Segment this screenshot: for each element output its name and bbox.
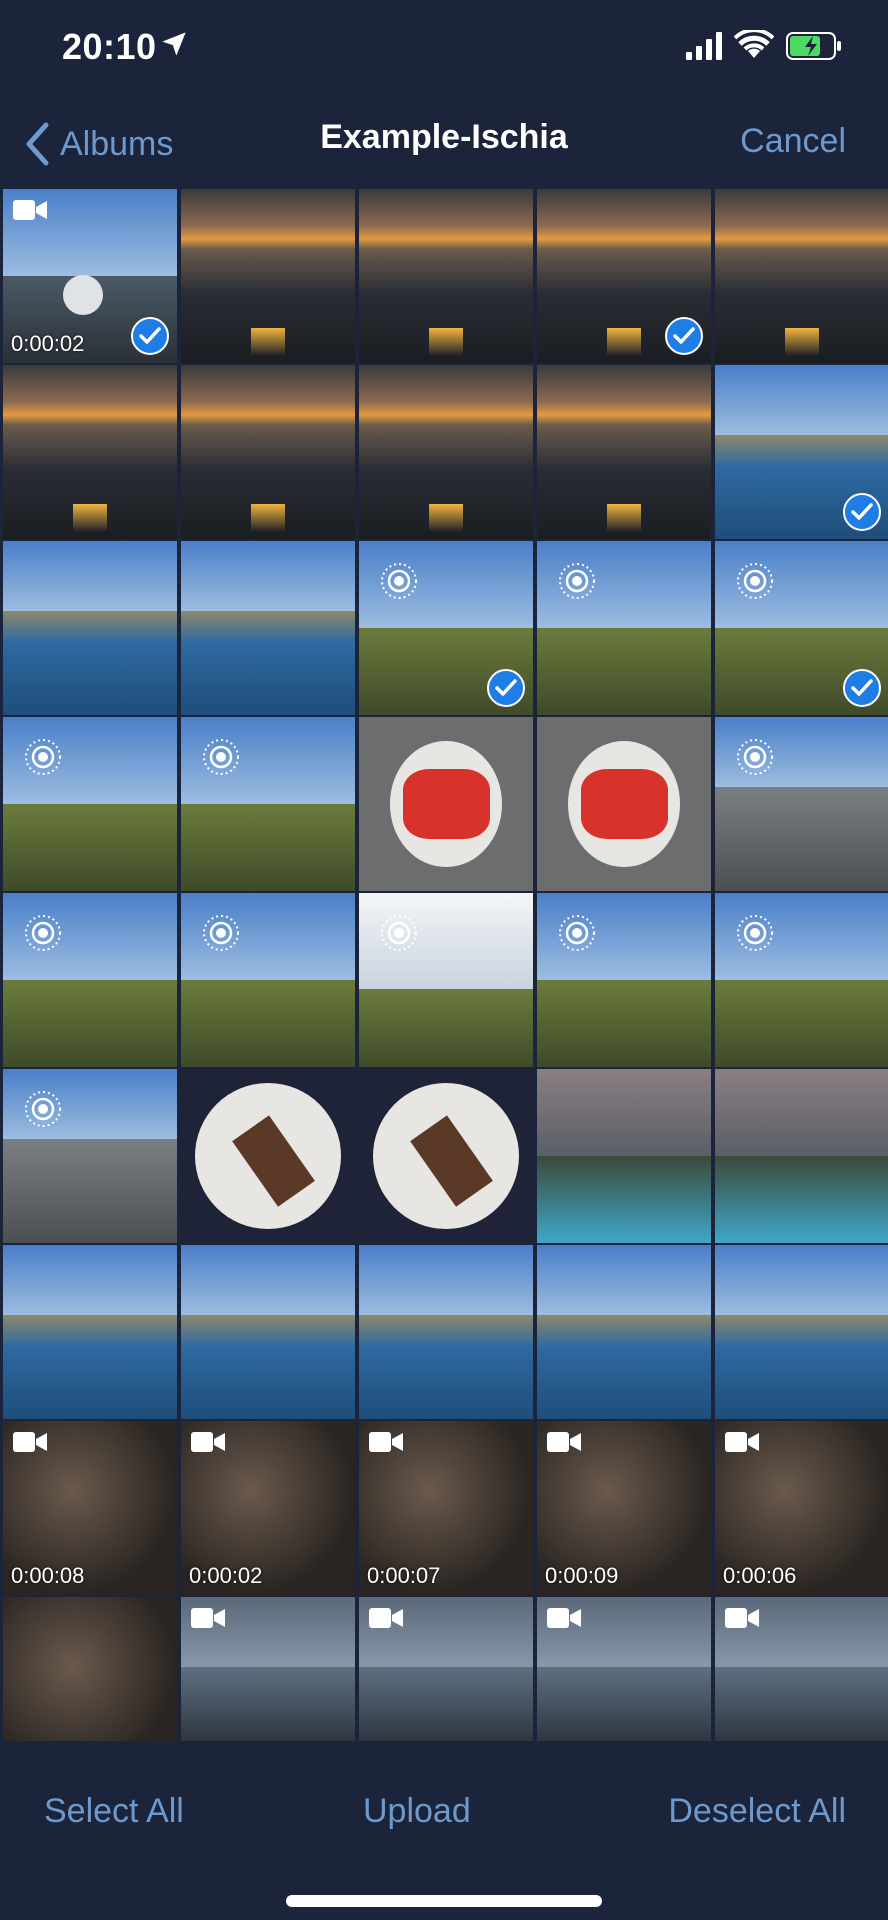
live-photo-icon — [737, 563, 773, 599]
photo-thumbnail[interactable] — [3, 1245, 177, 1419]
photo-thumbnail[interactable] — [715, 541, 888, 715]
selected-checkmark-icon — [131, 317, 169, 355]
photo-grid: 0:00:02 0:00:08 0:00:02 0:00:07 0:00:09 0:00:… — [0, 189, 888, 1741]
photo-thumbnail[interactable] — [537, 717, 711, 891]
navigation-bar: Albums Example-Ischia Cancel — [0, 96, 888, 188]
deselect-all-button[interactable]: Deselect All — [668, 1792, 846, 1831]
photo-thumbnail[interactable]: 0:00:07 — [359, 1421, 533, 1595]
video-camera-icon — [191, 1608, 225, 1628]
photo-thumbnail[interactable] — [3, 1069, 177, 1243]
selected-checkmark-icon — [665, 317, 703, 355]
live-photo-icon — [381, 563, 417, 599]
wifi-icon — [734, 30, 774, 58]
home-indicator — [286, 1895, 602, 1907]
photo-thumbnail[interactable] — [537, 1069, 711, 1243]
photo-thumbnail[interactable] — [715, 365, 888, 539]
selected-checkmark-icon — [487, 669, 525, 707]
battery-charging-icon — [786, 32, 841, 60]
photo-thumbnail[interactable] — [359, 1069, 533, 1243]
video-camera-icon — [547, 1432, 581, 1452]
photo-thumbnail[interactable]: 0:00:02 — [3, 189, 177, 363]
status-bar: 20:10 — [0, 0, 888, 96]
photo-thumbnail[interactable] — [715, 1245, 888, 1419]
photo-thumbnail[interactable] — [3, 1597, 177, 1741]
photo-thumbnail[interactable] — [537, 189, 711, 363]
photo-thumbnail[interactable] — [359, 1245, 533, 1419]
video-duration: 0:00:08 — [11, 1563, 85, 1588]
video-duration: 0:00:07 — [367, 1563, 441, 1588]
select-all-button[interactable]: Select All — [44, 1792, 184, 1831]
video-duration: 0:00:06 — [723, 1563, 797, 1588]
photo-thumbnail[interactable]: 0:00:09 — [537, 1421, 711, 1595]
photo-thumbnail[interactable] — [537, 541, 711, 715]
photo-thumbnail[interactable]: 0:00:08 — [3, 1421, 177, 1595]
photo-thumbnail[interactable] — [715, 717, 888, 891]
photo-thumbnail[interactable] — [181, 717, 355, 891]
video-camera-icon — [369, 1608, 403, 1628]
photo-thumbnail[interactable] — [715, 189, 888, 363]
live-photo-icon — [25, 915, 61, 951]
photo-thumbnail[interactable] — [181, 893, 355, 1067]
selected-checkmark-icon — [843, 669, 881, 707]
video-camera-icon — [547, 1608, 581, 1628]
live-photo-icon — [559, 915, 595, 951]
bottom-toolbar: Select All Upload Deselect All — [0, 1742, 888, 1920]
live-photo-icon — [381, 915, 417, 951]
video-camera-icon — [369, 1432, 403, 1452]
photo-thumbnail[interactable] — [537, 1597, 711, 1741]
photo-thumbnail[interactable] — [537, 893, 711, 1067]
photo-thumbnail[interactable] — [181, 1245, 355, 1419]
photo-thumbnail[interactable] — [3, 893, 177, 1067]
photo-thumbnail[interactable] — [715, 893, 888, 1067]
photo-thumbnail[interactable] — [181, 365, 355, 539]
location-arrow-icon — [162, 32, 186, 56]
photo-thumbnail[interactable] — [181, 189, 355, 363]
photo-thumbnail[interactable] — [359, 189, 533, 363]
live-photo-icon — [737, 739, 773, 775]
photo-thumbnail[interactable] — [537, 1245, 711, 1419]
video-camera-icon — [191, 1432, 225, 1452]
live-photo-icon — [559, 563, 595, 599]
photo-thumbnail[interactable] — [181, 541, 355, 715]
video-duration: 0:00:02 — [189, 1563, 263, 1588]
live-photo-icon — [25, 1091, 61, 1127]
video-duration: 0:00:09 — [545, 1563, 619, 1588]
photo-thumbnail[interactable] — [359, 1597, 533, 1741]
photo-thumbnail[interactable] — [359, 717, 533, 891]
live-photo-icon — [25, 739, 61, 775]
photo-thumbnail[interactable] — [715, 1069, 888, 1243]
video-camera-icon — [13, 200, 47, 220]
selected-checkmark-icon — [843, 493, 881, 531]
photo-thumbnail[interactable]: 0:00:02 — [181, 1421, 355, 1595]
video-duration: 0:00:02 — [11, 331, 85, 356]
video-camera-icon — [725, 1432, 759, 1452]
video-camera-icon — [725, 1608, 759, 1628]
status-time: 20:10 — [62, 26, 157, 67]
photo-thumbnail[interactable] — [537, 365, 711, 539]
photo-thumbnail[interactable] — [359, 541, 533, 715]
live-photo-icon — [203, 739, 239, 775]
live-photo-icon — [203, 915, 239, 951]
cellular-signal-icon — [686, 32, 722, 60]
photo-thumbnail[interactable] — [359, 365, 533, 539]
photo-thumbnail[interactable] — [181, 1069, 355, 1243]
photo-thumbnail[interactable] — [3, 541, 177, 715]
cancel-button[interactable]: Cancel — [740, 122, 846, 161]
live-photo-icon — [737, 915, 773, 951]
photo-thumbnail[interactable] — [181, 1597, 355, 1741]
photo-thumbnail[interactable] — [3, 365, 177, 539]
photo-thumbnail[interactable] — [359, 893, 533, 1067]
video-camera-icon — [13, 1432, 47, 1452]
photo-thumbnail[interactable] — [715, 1597, 888, 1741]
photo-thumbnail[interactable]: 0:00:06 — [715, 1421, 888, 1595]
upload-button[interactable]: Upload — [363, 1792, 471, 1831]
photo-thumbnail[interactable] — [3, 717, 177, 891]
